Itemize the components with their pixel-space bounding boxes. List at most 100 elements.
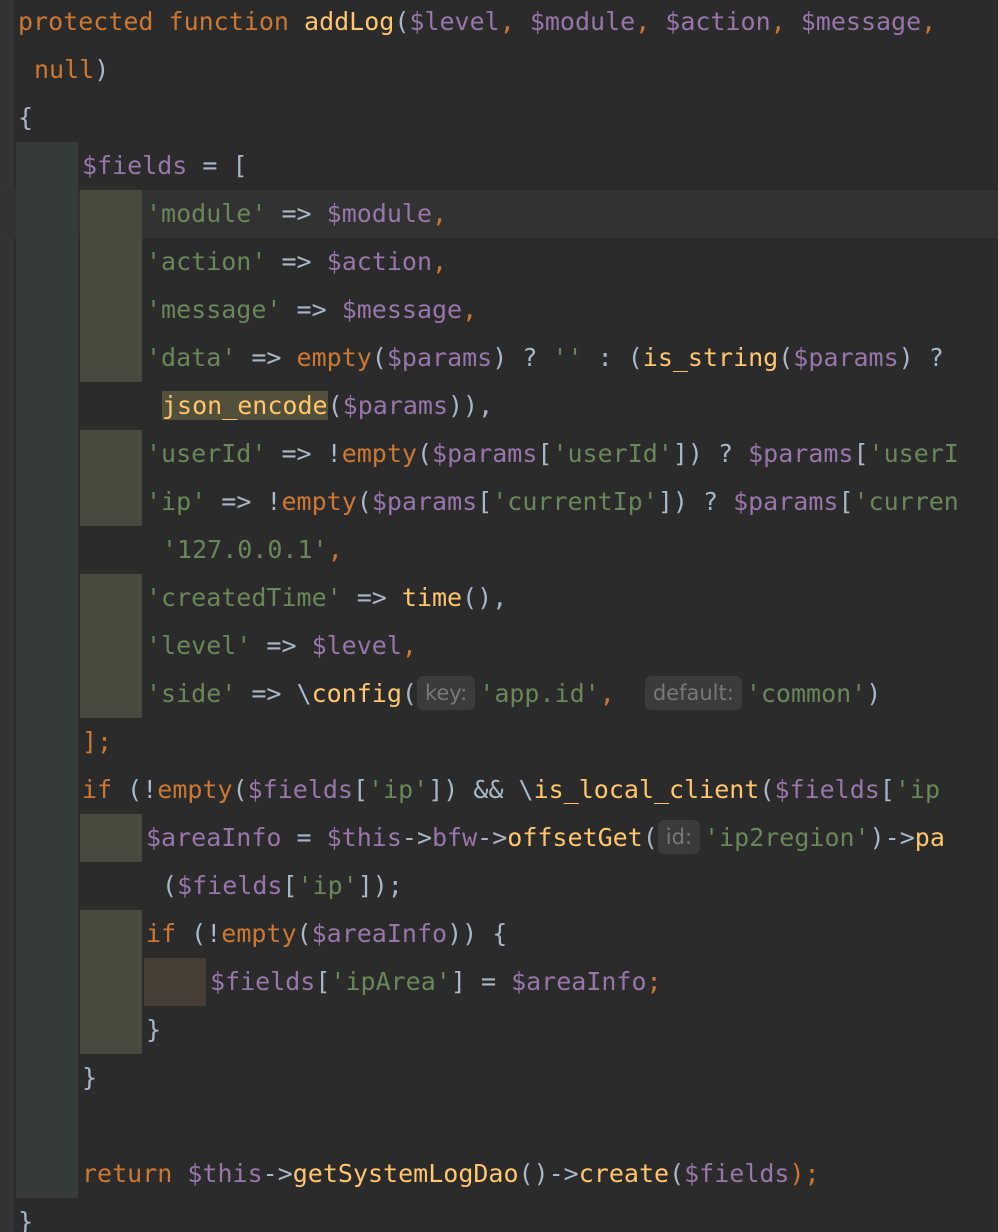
code-line[interactable]: $fields = [ <box>0 142 998 190</box>
parameter-hint: id: <box>657 820 701 854</box>
code-token: => <box>266 247 327 276</box>
indent-guide <box>80 814 142 862</box>
code-token: 'curren <box>853 487 959 516</box>
code-line[interactable]: if (!empty($fields['ip']) && \is_local_c… <box>0 766 998 814</box>
code-token: pa <box>914 823 945 852</box>
code-token: $message <box>800 7 922 36</box>
code-token: $this <box>187 1159 263 1188</box>
code-line[interactable]: protected function addLog($level, $modul… <box>0 0 998 46</box>
indent-guide <box>16 574 78 622</box>
code-token: $level <box>311 631 402 660</box>
code-token: 'userI <box>868 439 959 468</box>
code-token: )), <box>448 391 494 420</box>
code-line[interactable]: { <box>0 94 998 142</box>
code-text: if (!empty($areaInfo)) { <box>146 910 507 958</box>
code-line[interactable]: 'action' => $action, <box>0 238 998 286</box>
code-line[interactable]: ]; <box>0 718 998 766</box>
code-text: protected function addLog($level, $modul… <box>18 0 936 46</box>
code-text: json_encode($params)), <box>162 382 493 430</box>
code-line[interactable]: $fields['ipArea'] = $areaInfo; <box>0 958 998 1006</box>
code-token: getSystemLogDao <box>292 1159 519 1188</box>
code-token: } <box>82 1063 98 1092</box>
code-token: )-> <box>869 823 915 852</box>
code-token: empty <box>281 487 357 516</box>
code-token: = <box>281 823 327 852</box>
code-line[interactable]: 'side' => \config(key:'app.id', default:… <box>0 670 998 718</box>
code-text: 'action' => $action, <box>146 238 447 286</box>
code-token: => <box>251 631 312 660</box>
code-token: time <box>401 583 463 612</box>
code-token: 'common' <box>745 679 867 708</box>
code-token: 'side' <box>146 679 237 708</box>
code-line[interactable]: $areaInfo = $this->bfw->offsetGet(id:'ip… <box>0 814 998 862</box>
indent-guide <box>80 286 142 334</box>
code-token: ) <box>866 679 882 708</box>
indent-guide <box>16 1054 78 1102</box>
code-text: '127.0.0.1', <box>162 526 343 574</box>
code-token: [ <box>352 775 369 804</box>
code-line[interactable] <box>0 1102 998 1150</box>
code-token: , <box>432 199 448 228</box>
code-token: return <box>82 1159 173 1188</box>
indent-guide <box>80 1006 142 1054</box>
code-line[interactable]: } <box>0 1006 998 1054</box>
code-token: [ <box>838 487 854 516</box>
code-token: empty <box>157 775 233 804</box>
code-line[interactable]: ($fields['ip']); <box>0 862 998 910</box>
code-line[interactable]: 'data' => empty($params) ? '' : (is_stri… <box>0 334 998 382</box>
indent-guide <box>80 910 142 958</box>
code-token: $message <box>341 295 463 324</box>
indent-guide <box>80 190 142 238</box>
code-line[interactable]: } <box>0 1198 998 1232</box>
code-token: , <box>499 7 530 36</box>
code-line[interactable]: '127.0.0.1', <box>0 526 998 574</box>
code-text: 'createdTime' => time(), <box>146 574 507 622</box>
code-line[interactable]: 'ip' => !empty($params['currentIp']) ? $… <box>0 478 998 526</box>
code-token: $params <box>793 343 899 372</box>
indent-guide <box>16 670 78 718</box>
code-editor[interactable]: protected function addLog($level, $modul… <box>0 0 998 1232</box>
code-text: } <box>18 1198 33 1232</box>
indent-guide <box>80 958 142 1006</box>
code-token: ( <box>642 823 658 852</box>
code-token: , <box>432 247 448 276</box>
code-line[interactable]: json_encode($params)), <box>0 382 998 430</box>
code-token: create <box>578 1159 670 1188</box>
indent-guide <box>80 334 142 382</box>
code-line[interactable]: null) <box>0 46 998 94</box>
code-text: $areaInfo = $this->bfw->offsetGet(id:'ip… <box>146 814 945 862</box>
code-token: )) { <box>447 919 508 948</box>
code-token: ( <box>759 775 775 804</box>
code-line[interactable]: return $this->getSystemLogDao()->create(… <box>0 1150 998 1198</box>
code-token: ( <box>669 1159 685 1188</box>
code-token: ]) ? <box>657 487 734 516</box>
code-token: empty <box>296 343 372 372</box>
code-token: [ <box>282 871 298 900</box>
code-token: => ! <box>206 487 282 516</box>
code-token: => <box>236 343 297 372</box>
code-token: ( <box>356 487 372 516</box>
indent-guide <box>80 430 142 478</box>
code-token: ( <box>232 775 248 804</box>
code-token: $areaInfo <box>311 919 448 948</box>
code-text: 'level' => $level, <box>146 622 417 670</box>
code-line[interactable]: } <box>0 1054 998 1102</box>
code-token: $params <box>733 487 839 516</box>
code-line[interactable]: 'userId' => !empty($params['userId']) ? … <box>0 430 998 478</box>
code-token: => <box>281 295 342 324</box>
code-token: ] = <box>450 967 512 996</box>
code-token: 'ip2region' <box>704 823 870 852</box>
code-token: ; <box>646 967 662 996</box>
code-line[interactable]: 'module' => $module, <box>0 190 998 238</box>
code-token: $action <box>326 247 432 276</box>
code-line[interactable]: if (!empty($areaInfo)) { <box>0 910 998 958</box>
code-token: $areaInfo <box>146 823 282 852</box>
indent-guide <box>16 1102 78 1150</box>
code-line[interactable]: 'message' => $message, <box>0 286 998 334</box>
code-line[interactable]: 'level' => $level, <box>0 622 998 670</box>
code-token: (! <box>112 775 158 804</box>
code-token: $params <box>748 439 854 468</box>
indent-guide <box>16 382 78 430</box>
code-token: } <box>146 1015 162 1044</box>
code-line[interactable]: 'createdTime' => time(), <box>0 574 998 622</box>
